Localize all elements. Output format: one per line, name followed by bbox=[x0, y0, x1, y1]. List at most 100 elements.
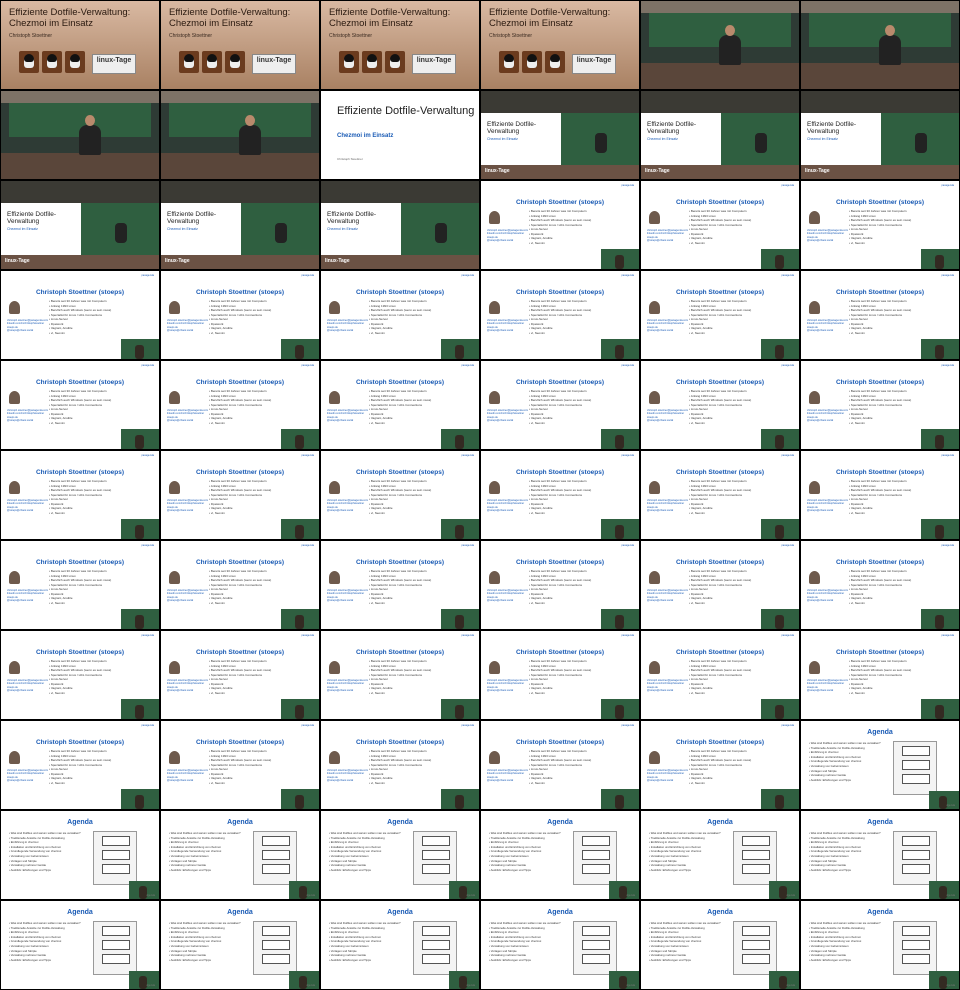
lecture-hall-person bbox=[239, 125, 261, 155]
thumbnail-frame: Effiziente Dotfile-Verwaltung Chezmoi im … bbox=[481, 91, 639, 179]
camera-inset bbox=[121, 699, 159, 719]
bullet-item: • vi, Neovim bbox=[529, 780, 545, 785]
speaker-photo bbox=[489, 751, 500, 764]
thumbnail-frame: Effiziente Dotfile-Verwaltung Chezmoi im … bbox=[321, 91, 479, 179]
slide-heading: Agenda bbox=[387, 819, 413, 826]
illustration-box bbox=[742, 836, 770, 846]
speaker-photo bbox=[329, 481, 340, 494]
bullet-item: • Bereits seit 30 Jahren was mit Compute… bbox=[689, 749, 747, 753]
speaker-photo bbox=[809, 391, 820, 404]
slide-heading: Christoph Stoettner (stoeps) bbox=[355, 649, 445, 656]
slide-heading: Christoph Stoettner (stoeps) bbox=[675, 559, 765, 566]
bullet-item: • Bereits seit 30 Jahren was mit Compute… bbox=[209, 569, 267, 573]
bullet-list: • Bereits seit 30 Jahren was mit Compute… bbox=[209, 389, 271, 425]
thumbnail-frame: Agenda • Was sind Dotfiles und warum soll… bbox=[161, 901, 319, 989]
thumbnail-frame: panagenda Christoph Stoettner (stoeps) • B… bbox=[801, 181, 959, 269]
tux-logo-icon bbox=[522, 51, 542, 73]
contact-links: christoph.stoettner@panagenda.com linkedi… bbox=[7, 409, 48, 423]
contact-link: @stoeps@chaos.social bbox=[7, 329, 34, 333]
agenda-illustration bbox=[573, 831, 617, 885]
contact-links: christoph.stoettner@panagenda.com linkedi… bbox=[647, 679, 688, 693]
bullet-item: • vi, Neovim bbox=[369, 780, 385, 785]
bullet-item: • Bereits seit 30 Jahren was mit Compute… bbox=[689, 389, 747, 393]
bullet-list: • Bereits seit 30 Jahren was mit Compute… bbox=[369, 569, 431, 605]
company-logo: panagenda bbox=[781, 634, 794, 637]
camera-inset bbox=[441, 609, 479, 629]
slide-heading: Agenda bbox=[227, 819, 253, 826]
contact-links: christoph.stoettner@panagenda.com linkedi… bbox=[7, 679, 48, 693]
agenda-list: • Was sind Dotfiles und warum sollten ma… bbox=[809, 741, 881, 782]
bullet-item: • Bereits seit 30 Jahren was mit Compute… bbox=[529, 479, 587, 483]
slide-heading: Christoph Stoettner (stoeps) bbox=[195, 739, 285, 746]
bullet-item: • Bereits seit 30 Jahren was mit Compute… bbox=[369, 389, 427, 393]
contact-links: christoph.stoettner@panagenda.com linkedi… bbox=[7, 589, 48, 603]
slide-subtitle: Chezmoi im Einsatz bbox=[327, 227, 358, 231]
contact-links: christoph.stoettner@panagenda.com linkedi… bbox=[327, 769, 368, 783]
linux-tage-logo: linux-Tage bbox=[572, 54, 616, 74]
slide-heading: Agenda bbox=[227, 909, 253, 916]
lecture-hall-head bbox=[885, 25, 895, 36]
bullet-list: • Bereits seit 30 Jahren was mit Compute… bbox=[529, 659, 591, 695]
lecture-hall-ceil bbox=[1, 91, 159, 103]
bullet-item: • Bereits seit 30 Jahren was mit Compute… bbox=[849, 299, 907, 303]
camera-view bbox=[881, 113, 959, 165]
contact-link: @stoeps@chaos.social bbox=[487, 689, 514, 693]
camera-inset bbox=[761, 249, 799, 269]
bullet-item: • Bereits seit 30 Jahren was mit Compute… bbox=[849, 659, 907, 663]
bullet-item: • vi, Neovim bbox=[689, 420, 705, 425]
camera-inset bbox=[761, 429, 799, 449]
lecture-hall-desk bbox=[801, 63, 959, 89]
contact-links: christoph.stoettner@panagenda.com linkedi… bbox=[167, 679, 208, 693]
agenda-item: • Ausblick: Erfahrungen und Tipps bbox=[649, 957, 691, 962]
agenda-item: • Ausblick: Erfahrungen und Tipps bbox=[809, 957, 851, 962]
contact-links: christoph.stoettner@panagenda.com linkedi… bbox=[647, 589, 688, 603]
camera-view bbox=[241, 203, 319, 255]
slide-heading: Christoph Stoettner (stoeps) bbox=[35, 289, 125, 296]
slide-heading: Christoph Stoettner (stoeps) bbox=[835, 289, 925, 296]
illustration-box bbox=[582, 926, 610, 936]
bullet-item: • Bereits seit 30 Jahren was mit Compute… bbox=[369, 569, 427, 573]
agenda-item: • Was sind Dotfiles und warum sollten ma… bbox=[489, 921, 561, 925]
illustration-box bbox=[262, 940, 290, 950]
slide-heading: Agenda bbox=[867, 819, 893, 826]
bullet-list: • Bereits seit 30 Jahren was mit Compute… bbox=[689, 659, 751, 695]
slide-heading: Agenda bbox=[387, 909, 413, 916]
slide-heading: Christoph Stoettner (stoeps) bbox=[35, 469, 125, 476]
thumbnail-frame: panagenda Christoph Stoettner (stoeps) • B… bbox=[801, 541, 959, 629]
slide-heading: Christoph Stoettner (stoeps) bbox=[35, 559, 125, 566]
slide-footer: Agenda bbox=[146, 984, 155, 987]
slide-title: Effiziente Dotfile-Verwaltung bbox=[167, 211, 217, 225]
illustration-box bbox=[262, 926, 290, 936]
contact-link: @stoeps@chaos.social bbox=[327, 689, 354, 693]
speaker-photo bbox=[489, 301, 500, 314]
slide-title: Effiziente Dotfile-Verwaltung bbox=[807, 121, 857, 135]
bullet-list: • Bereits seit 30 Jahren was mit Compute… bbox=[529, 569, 591, 605]
company-logo: panagenda bbox=[941, 544, 954, 547]
agenda-list: • Was sind Dotfiles und warum sollten ma… bbox=[489, 921, 561, 962]
slide-title: Effiziente Dotfile-Verwaltung: Chezmoi i… bbox=[489, 7, 611, 29]
tux-logo-icon bbox=[202, 51, 222, 73]
slide-preview: Effiziente Dotfile-Verwaltung Chezmoi im … bbox=[161, 203, 241, 255]
bullet-list: • Bereits seit 30 Jahren was mit Compute… bbox=[49, 299, 111, 335]
speaker-photo bbox=[489, 391, 500, 404]
illustration-box bbox=[102, 940, 130, 950]
camera-inset bbox=[281, 339, 319, 359]
slide-footer: Agenda bbox=[946, 984, 955, 987]
speaker-photo bbox=[9, 481, 20, 494]
bullet-item: • Beruflich auch Windows (wenn es sein m… bbox=[849, 488, 912, 492]
slide-footer: Agenda bbox=[466, 894, 475, 897]
company-logo: panagenda bbox=[621, 724, 634, 727]
bullet-item: • Beruflich auch Windows (wenn es sein m… bbox=[689, 398, 752, 402]
speaker-photo bbox=[649, 661, 660, 674]
thumbnail-frame: panagenda Christoph Stoettner (stoeps) • B… bbox=[641, 451, 799, 539]
thumbnail-frame: panagenda Christoph Stoettner (stoeps) • B… bbox=[1, 631, 159, 719]
tux-logo-icon bbox=[499, 51, 519, 73]
camera-inset bbox=[281, 699, 319, 719]
agenda-list: • Was sind Dotfiles und warum sollten ma… bbox=[9, 921, 81, 962]
camera-inset bbox=[121, 429, 159, 449]
bullet-list: • Bereits seit 30 Jahren was mit Compute… bbox=[529, 389, 591, 425]
thumbnail-grid: Effiziente Dotfile-Verwaltung: Chezmoi i… bbox=[0, 0, 960, 990]
thumbnail-frame: Agenda • Was sind Dotfiles und warum soll… bbox=[321, 811, 479, 899]
agenda-item: • Ausblick: Erfahrungen und Tipps bbox=[169, 867, 211, 872]
bullet-list: • Bereits seit 30 Jahren was mit Compute… bbox=[849, 479, 911, 515]
